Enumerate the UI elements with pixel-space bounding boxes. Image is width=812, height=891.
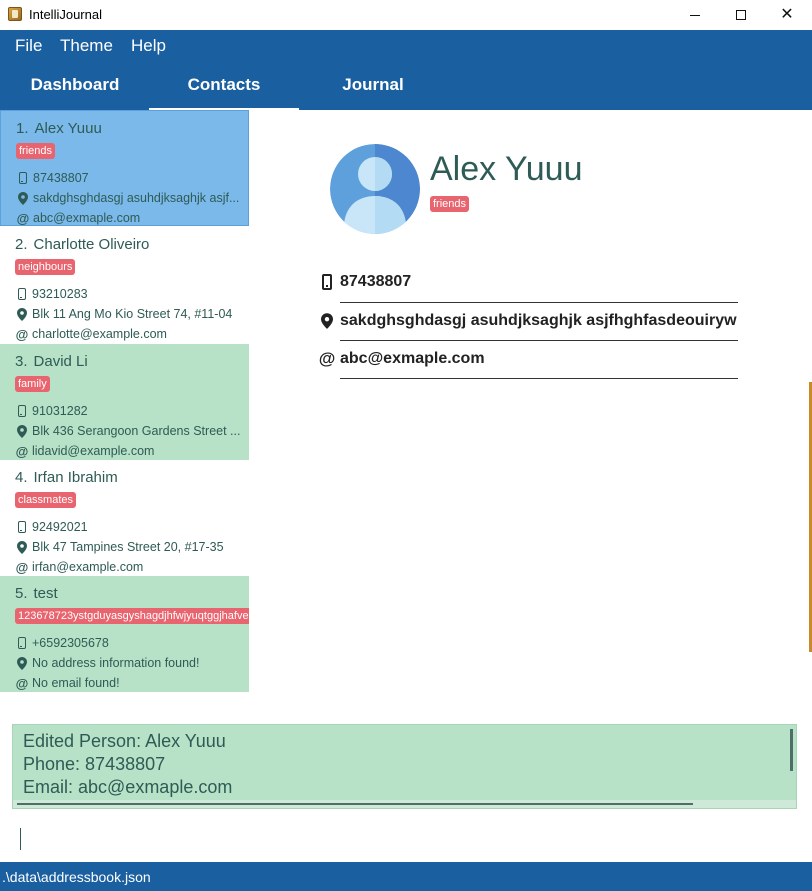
phone-icon [18, 637, 26, 649]
divider [340, 302, 738, 303]
window-title-bar: IntelliJournal ✕ [0, 0, 812, 30]
contact-email: lidavid@example.com [32, 444, 155, 458]
contact-tag: friends [16, 143, 56, 159]
contact-card[interactable]: 3. David Li family 91031282 Blk 436 Seran… [0, 344, 249, 460]
minimize-button[interactable] [672, 0, 718, 30]
status-bar: .\data\addressbook.json [0, 862, 812, 891]
phone-icon [18, 288, 26, 300]
result-line: Email: abc@exmaple.com [23, 777, 233, 797]
contact-tag: classmates [15, 492, 77, 508]
location-pin-icon [321, 313, 333, 329]
contact-address: Blk 47 Tampines Street 20, #17-35 [32, 540, 224, 554]
location-pin-icon [17, 424, 27, 438]
minimize-icon [690, 15, 700, 16]
contact-card[interactable]: 2. Charlotte Oliveiro neighbours 93210283… [0, 227, 249, 343]
result-display[interactable]: Edited Person: Alex Yuuu Phone: 87438807… [12, 724, 797, 809]
detail-address-row: sakdghsghdasgj asuhdjksaghjk asjfhghfasd… [319, 312, 740, 330]
at-sign-icon: @ [15, 443, 29, 459]
contact-tag: 123678723ystgduyasgyshagdjhfwjyuqtggjhaf… [15, 608, 249, 624]
at-sign-icon: @ [15, 675, 29, 691]
location-pin-icon [17, 540, 27, 554]
tab-bar: Dashboard Contacts Journal [0, 60, 812, 110]
contact-phone: 93210283 [32, 287, 88, 301]
contact-email: abc@exmaple.com [33, 211, 141, 225]
tab-journal[interactable]: Journal [298, 60, 448, 110]
contact-card[interactable]: 4. Irfan Ibrahim classmates 92492021 Blk … [0, 460, 249, 576]
detail-name: Alex Yuuu [430, 150, 583, 188]
contact-list: 1. Alex Yuuu friends 87438807 sakdghsghda… [0, 110, 249, 692]
contact-name: 5. test [15, 585, 58, 602]
contact-tag: neighbours [15, 259, 76, 275]
contact-address: sakdghsghdasgj asuhdjksaghjk asjf... [33, 191, 240, 205]
menu-help[interactable]: Help [131, 36, 166, 56]
divider [340, 340, 738, 341]
divider [340, 378, 738, 379]
contact-card[interactable]: 5. test 123678723ystgduyasgyshagdjhfwjyuq… [0, 576, 249, 692]
close-icon: ✕ [780, 6, 794, 23]
maximize-button[interactable] [718, 0, 764, 30]
menu-bar: File Theme Help [0, 30, 812, 60]
contact-phone: 87438807 [33, 171, 89, 185]
horizontal-scrollbar[interactable] [17, 803, 693, 805]
contact-email: charlotte@example.com [32, 327, 167, 341]
phone-icon [19, 172, 27, 184]
detail-phone: 87438807 [340, 273, 412, 290]
vertical-scrollbar[interactable] [790, 729, 793, 771]
at-sign-icon: @ [15, 326, 29, 342]
at-sign-icon: @ [15, 559, 29, 575]
text-caret [20, 828, 21, 850]
contact-address: Blk 11 Ang Mo Kio Street 74, #11-04 [32, 307, 233, 321]
location-pin-icon [18, 191, 28, 205]
detail-address: sakdghsghdasgj asuhdjksaghjk asjfhghfasd… [340, 312, 737, 329]
contact-name: 1. Alex Yuuu [16, 120, 102, 137]
menu-file[interactable]: File [15, 36, 42, 56]
result-line: Phone: 87438807 [23, 754, 166, 774]
contact-address: Blk 436 Serangoon Gardens Street ... [32, 424, 241, 438]
detail-email-row: @ abc@exmaple.com [319, 349, 485, 369]
phone-icon [18, 521, 26, 533]
location-pin-icon [17, 307, 27, 321]
window-title: IntelliJournal [29, 7, 102, 22]
contact-address: No address information found! [32, 656, 200, 670]
user-avatar-icon [330, 144, 420, 234]
phone-icon [322, 274, 332, 290]
at-sign-icon: @ [318, 349, 336, 368]
contact-name: 4. Irfan Ibrahim [15, 469, 118, 486]
contact-phone: +6592305678 [32, 636, 109, 650]
tab-contacts[interactable]: Contacts [149, 60, 299, 110]
contact-name: 3. David Li [15, 353, 88, 370]
contact-email: No email found! [32, 676, 120, 690]
app-logo-icon [8, 7, 22, 21]
command-input[interactable] [12, 818, 797, 858]
at-sign-icon: @ [16, 210, 30, 226]
contact-phone: 91031282 [32, 404, 88, 418]
contact-card[interactable]: 1. Alex Yuuu friends 87438807 sakdghsghda… [0, 110, 249, 226]
phone-icon [18, 405, 26, 417]
close-button[interactable]: ✕ [764, 0, 810, 30]
contact-tag: family [15, 376, 50, 392]
result-line: Edited Person: Alex Yuuu [23, 731, 226, 751]
location-pin-icon [17, 656, 27, 670]
menu-theme[interactable]: Theme [60, 36, 113, 56]
contact-email: irfan@example.com [32, 560, 144, 574]
detail-phone-row: 87438807 [319, 273, 411, 291]
detail-email: abc@exmaple.com [340, 350, 485, 367]
contact-phone: 92492021 [32, 520, 88, 534]
save-location: .\data\addressbook.json [2, 869, 151, 885]
maximize-icon [736, 10, 746, 20]
detail-tag: friends [430, 196, 470, 212]
contact-name: 2. Charlotte Oliveiro [15, 236, 150, 253]
tab-dashboard[interactable]: Dashboard [0, 60, 150, 110]
